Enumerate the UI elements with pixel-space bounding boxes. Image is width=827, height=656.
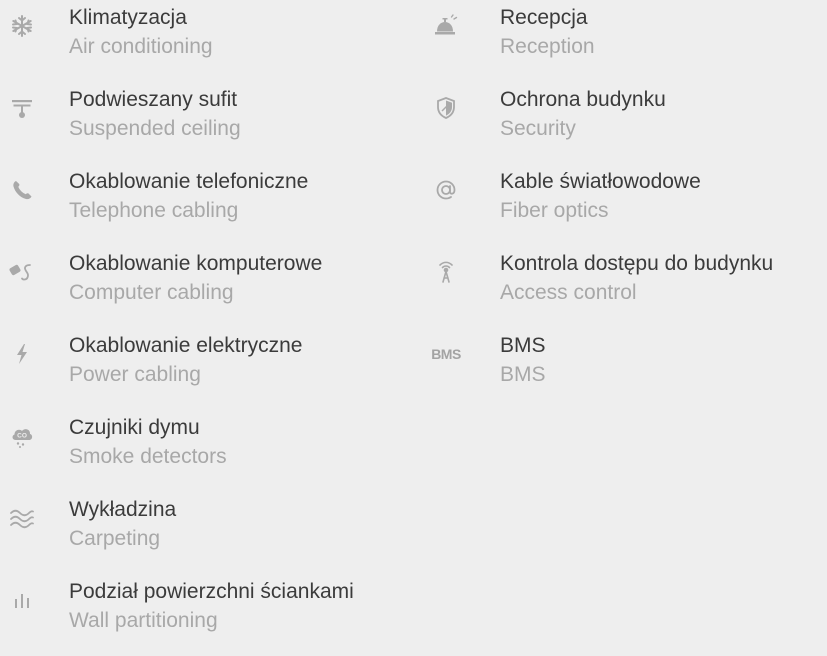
snowflake-icon bbox=[8, 12, 36, 40]
feature-computer-cabling: Okablowanie komputerowe Computer cabling bbox=[0, 246, 420, 328]
features-left-column: Klimatyzacja Air conditioning Podwieszan… bbox=[0, 0, 420, 656]
partition-bars-icon bbox=[8, 586, 36, 614]
feature-telephone-cabling: Okablowanie telefoniczne Telephone cabli… bbox=[0, 164, 420, 246]
co-smoke-icon: CO bbox=[8, 422, 36, 450]
bms-icon: BMS bbox=[431, 340, 461, 368]
feature-name-en: Suspended ceiling bbox=[69, 117, 241, 140]
feature-security: Ochrona budynku Security bbox=[430, 82, 827, 164]
feature-access-control: Kontrola dostępu do budynku Access contr… bbox=[430, 246, 827, 328]
feature-name-pl: Czujniki dymu bbox=[69, 416, 200, 439]
feature-name-en: Power cabling bbox=[69, 363, 201, 386]
feature-fiber-optics: Kable światłowodowe Fiber optics bbox=[430, 164, 827, 246]
feature-name-pl: BMS bbox=[500, 334, 546, 357]
feature-name-pl: Podwieszany sufit bbox=[69, 88, 238, 111]
feature-name-pl: Wykładzina bbox=[69, 498, 177, 521]
feature-name-en: Fiber optics bbox=[500, 199, 609, 222]
feature-reception: Recepcja Reception bbox=[430, 0, 827, 82]
feature-name-en: Reception bbox=[500, 35, 595, 58]
svg-text:CO: CO bbox=[17, 433, 27, 440]
feature-name-en: Computer cabling bbox=[69, 281, 234, 304]
shield-icon bbox=[432, 94, 460, 122]
feature-name-pl: Podział powierzchni ściankami bbox=[69, 580, 354, 603]
feature-name-pl: Kontrola dostępu do budynku bbox=[500, 252, 774, 275]
feature-name-en: Smoke detectors bbox=[69, 445, 227, 468]
feature-carpeting: Wykładzina Carpeting bbox=[0, 492, 420, 574]
feature-name-pl: Recepcja bbox=[500, 6, 588, 29]
at-sign-icon bbox=[432, 176, 460, 204]
feature-name-en: Access control bbox=[500, 281, 637, 304]
feature-name-pl: Klimatyzacja bbox=[69, 6, 187, 29]
feature-name-pl: Okablowanie komputerowe bbox=[69, 252, 323, 275]
feature-smoke-detectors: CO Czujniki dymu Smoke detectors bbox=[0, 410, 420, 492]
feature-air-conditioning: Klimatyzacja Air conditioning bbox=[0, 0, 420, 82]
feature-name-en: Security bbox=[500, 117, 576, 140]
feature-name-en: Carpeting bbox=[69, 527, 161, 550]
feature-name-en: BMS bbox=[500, 363, 546, 386]
feature-name-pl: Okablowanie elektryczne bbox=[69, 334, 303, 357]
lightning-icon bbox=[8, 340, 36, 368]
phone-icon bbox=[8, 176, 36, 204]
service-bell-icon bbox=[432, 12, 460, 40]
ceiling-lamp-icon bbox=[8, 94, 36, 122]
feature-name-en: Telephone cabling bbox=[69, 199, 239, 222]
feature-wall-partitioning: Podział powierzchni ściankami Wall parti… bbox=[0, 574, 420, 656]
bms-icon-text: BMS bbox=[431, 346, 461, 362]
network-cable-icon bbox=[8, 258, 36, 286]
feature-power-cabling: Okablowanie elektryczne Power cabling bbox=[0, 328, 420, 410]
feature-name-pl: Ochrona budynku bbox=[500, 88, 666, 111]
waves-icon bbox=[8, 504, 36, 532]
feature-name-en: Air conditioning bbox=[69, 35, 213, 58]
feature-bms: BMS BMS BMS bbox=[430, 328, 827, 410]
feature-name-pl: Okablowanie telefoniczne bbox=[69, 170, 309, 193]
feature-name-pl: Kable światłowodowe bbox=[500, 170, 701, 193]
antenna-icon bbox=[432, 258, 460, 286]
feature-name-en: Wall partitioning bbox=[69, 609, 218, 632]
features-right-column: Recepcja Reception Ochrona budynku Secur… bbox=[430, 0, 827, 410]
feature-suspended-ceiling: Podwieszany sufit Suspended ceiling bbox=[0, 82, 420, 164]
